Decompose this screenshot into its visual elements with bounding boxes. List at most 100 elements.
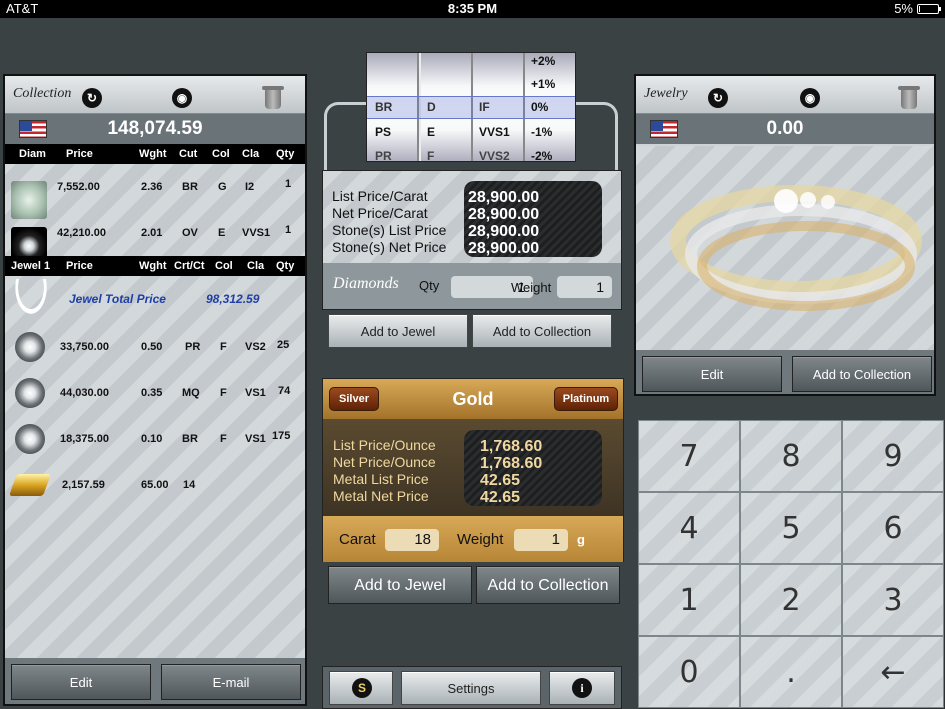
list-price-ounce-value: 1,768.60 (480, 438, 543, 455)
collection-panel: Collection ↻ ◉ 148,074.59 Diam Price Wgh… (3, 74, 307, 706)
net-price-ounce-label: Net Price/Ounce (333, 454, 436, 470)
cell-qty: 74 (278, 385, 291, 397)
trash-icon[interactable] (898, 86, 920, 109)
col-weight: Wght (139, 260, 167, 272)
jewel-total-row[interactable]: Jewel Total Price 98,312.59 (5, 276, 305, 324)
collection-email-button[interactable]: E-mail (161, 664, 301, 700)
weight-unit-label: g (577, 532, 585, 547)
camera-icon[interactable]: ◉ (172, 88, 192, 108)
cell-clarity: VS2 (245, 341, 266, 353)
jewel-table-header: Jewel 1 Price Wght Crt/Ct Col Cla Qty (5, 256, 305, 276)
grade-picker[interactable]: BR PS PR D E F IF VVS1 VVS2 +2% +1% 0% -… (366, 52, 576, 162)
gold-item-row[interactable]: 2,157.59 65.00 14 (5, 462, 305, 508)
cell-weight: 65.00 (141, 479, 169, 491)
cut-option: PR (375, 149, 392, 162)
key-8[interactable]: 8 (740, 420, 842, 492)
key-9[interactable]: 9 (842, 420, 944, 492)
cell-clarity: VVS1 (242, 227, 271, 239)
jewel-item-row[interactable]: 44,030.00 0.35 MQ F VS1 74 (5, 370, 305, 416)
diamond-weight-field[interactable]: 1 (557, 276, 612, 298)
diamond-row[interactable]: 7,552.00 2.36 BR G I2 1 (5, 164, 305, 219)
key-backspace[interactable]: ← (842, 636, 944, 708)
diamond-add-to-collection-button[interactable]: Add to Collection (472, 314, 612, 348)
jewelry-title: Jewelry (644, 86, 688, 101)
diamond-price-panel: List Price/Carat Net Price/Carat Stone(s… (322, 170, 622, 310)
key-2[interactable]: 2 (740, 564, 842, 636)
adjust-option: -2% (531, 149, 553, 162)
key-6[interactable]: 6 (842, 492, 944, 564)
diamond-price-labels: List Price/Carat Net Price/Carat Stone(s… (332, 188, 446, 256)
list-price-carat-label: List Price/Carat (332, 188, 428, 204)
adjust-option: +2% (531, 54, 556, 68)
cell-price: 33,750.00 (60, 341, 109, 353)
metal-carat-field[interactable]: 18 (385, 529, 439, 551)
battery-indicator: 5% (894, 1, 941, 16)
cell-price: 44,030.00 (60, 387, 109, 399)
metal-net-price-value: 42.65 (480, 489, 521, 506)
color-option: D (427, 100, 436, 114)
diamonds-section-label: Diamonds (333, 275, 399, 292)
necklace-thumbnail-icon (11, 279, 51, 321)
metal-panel: Silver Gold Platinum List Price/Ounce Ne… (322, 378, 624, 562)
metal-add-to-jewel-button[interactable]: Add to Jewel (328, 566, 472, 604)
info-button[interactable]: i (549, 671, 615, 705)
col-crt-ct: Crt/Ct (174, 260, 205, 272)
camera-icon[interactable]: ◉ (800, 88, 820, 108)
key-1[interactable]: 1 (638, 564, 740, 636)
refresh-icon[interactable]: ↻ (82, 88, 102, 108)
jewelry-footer: Edit Add to Collection (636, 350, 934, 394)
cell-cut: BR (182, 181, 198, 193)
cell-weight: 2.36 (141, 181, 163, 193)
metal-weight-field[interactable]: 1 (514, 529, 568, 551)
jewelry-panel: Jewelry ↻ ◉ 0.00 Edit Add to Collection (634, 74, 936, 396)
cell-price: 18,375.00 (60, 433, 109, 445)
collection-edit-button[interactable]: Edit (11, 664, 151, 700)
key-4[interactable]: 4 (638, 492, 740, 564)
settings-button[interactable]: Settings (401, 671, 541, 705)
jewel-item-row[interactable]: 18,375.00 0.10 BR F VS1 175 (5, 416, 305, 462)
cell-cut: MQ (182, 387, 200, 399)
diamond-thumbnail-icon (15, 332, 45, 362)
jewelry-total-bar: 0.00 (636, 114, 934, 144)
col-cut: Cut (179, 148, 198, 160)
platinum-button[interactable]: Platinum (554, 387, 618, 411)
cell-qty: 1 (285, 178, 292, 190)
us-flag-icon (650, 120, 678, 138)
key-0[interactable]: 0 (638, 636, 740, 708)
key-5[interactable]: 5 (740, 492, 842, 564)
collection-header: Collection ↻ ◉ (5, 76, 305, 114)
col-color: Col (212, 148, 230, 160)
col-clarity: Cla (242, 148, 260, 160)
key-decimal[interactable]: . (740, 636, 842, 708)
diamond-add-to-jewel-button[interactable]: Add to Jewel (328, 314, 468, 348)
key-3[interactable]: 3 (842, 564, 944, 636)
diamond-row[interactable]: 42,210.00 2.01 OV E VVS1 1 (5, 210, 305, 265)
stones-list-price-value: 28,900.00 (468, 223, 540, 240)
net-price-carat-label: Net Price/Carat (332, 205, 428, 221)
metal-selector-bar: Silver Gold Platinum (323, 379, 623, 419)
refresh-icon[interactable]: ↻ (708, 88, 728, 108)
clarity-option: VVS2 (479, 149, 510, 162)
net-price-ounce-value: 1,768.60 (480, 455, 543, 472)
cell-cut: PR (185, 341, 201, 353)
adjust-option: +1% (531, 77, 556, 91)
stones-net-price-label: Stone(s) Net Price (332, 239, 447, 255)
collection-title: Collection (13, 86, 72, 101)
metal-add-to-collection-button[interactable]: Add to Collection (476, 566, 620, 604)
currency-button[interactable]: S (329, 671, 393, 705)
adjust-option: 0% (531, 100, 549, 114)
trash-icon[interactable] (262, 86, 284, 109)
jewelry-add-to-collection-button[interactable]: Add to Collection (792, 356, 932, 392)
diamond-thumbnail-icon (15, 378, 45, 408)
weight-label: Weight (511, 280, 552, 295)
clock: 8:35 PM (447, 1, 498, 16)
jewelry-image-area[interactable] (636, 146, 934, 350)
cell-clarity: I2 (245, 181, 255, 193)
jewelry-edit-button[interactable]: Edit (642, 356, 782, 392)
jewel-item-row[interactable]: 33,750.00 0.50 PR F VS2 25 (5, 324, 305, 370)
key-7[interactable]: 7 (638, 420, 740, 492)
carat-label: Carat (339, 531, 376, 548)
cell-price: 42,210.00 (57, 227, 106, 239)
col-diam: Diam (19, 148, 46, 160)
col-color: Col (215, 260, 233, 272)
